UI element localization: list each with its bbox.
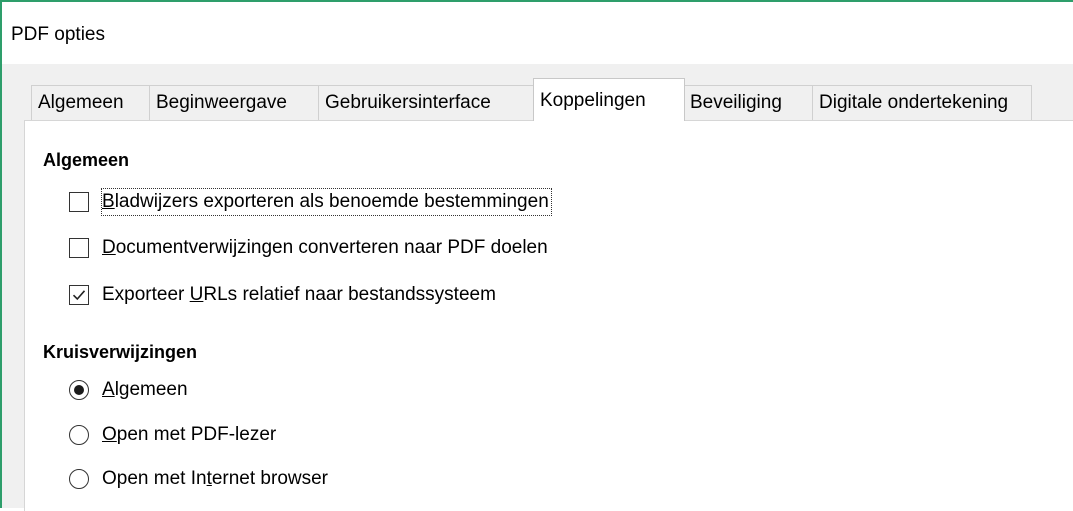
window-title: PDF opties xyxy=(11,24,105,45)
tab-beginweergave[interactable]: Beginweergave xyxy=(149,85,320,120)
tab-algemeen[interactable]: Algemeen xyxy=(31,85,151,120)
export-urls-relative-checkbox[interactable] xyxy=(69,285,89,305)
export-bookmarks-checkbox[interactable] xyxy=(69,192,89,212)
tab-koppelingen[interactable]: Koppelingen xyxy=(533,78,685,121)
export-urls-relative-label[interactable]: Exporteer URLs relatief naar bestandssys… xyxy=(102,282,496,308)
crossref-pdf-reader-radio[interactable] xyxy=(69,425,89,445)
radio-selected-dot xyxy=(74,385,84,395)
crossref-general-label[interactable]: Algemeen xyxy=(102,377,188,403)
convert-doc-references-checkbox[interactable] xyxy=(69,238,89,258)
title-bar: PDF opties xyxy=(2,2,1073,64)
crossref-internet-browser-radio[interactable] xyxy=(69,469,89,489)
section-title-cross-references: Kruisverwijzingen xyxy=(43,342,198,362)
tab-gebruikersinterface[interactable]: Gebruikersinterface xyxy=(318,85,535,120)
tab-content-panel xyxy=(24,120,1073,511)
export-bookmarks-label[interactable]: Bladwijzers exporteren als benoemde best… xyxy=(101,188,552,216)
crossref-internet-browser-label[interactable]: Open met Internet browser xyxy=(102,466,328,492)
convert-doc-references-label[interactable]: Documentverwijzingen converteren naar PD… xyxy=(102,235,548,261)
tab-digitale-ondertekening[interactable]: Digitale ondertekening xyxy=(812,85,1032,120)
pdf-options-dialog: PDF opties Algemeen Beginweergave Gebrui… xyxy=(0,0,1073,511)
check-icon xyxy=(72,290,86,301)
crossref-general-radio[interactable] xyxy=(69,380,89,400)
tab-beveiliging[interactable]: Beveiliging xyxy=(683,85,814,120)
crossref-pdf-reader-label[interactable]: Open met PDF-lezer xyxy=(102,422,276,448)
section-title-general: Algemeen xyxy=(43,150,130,170)
